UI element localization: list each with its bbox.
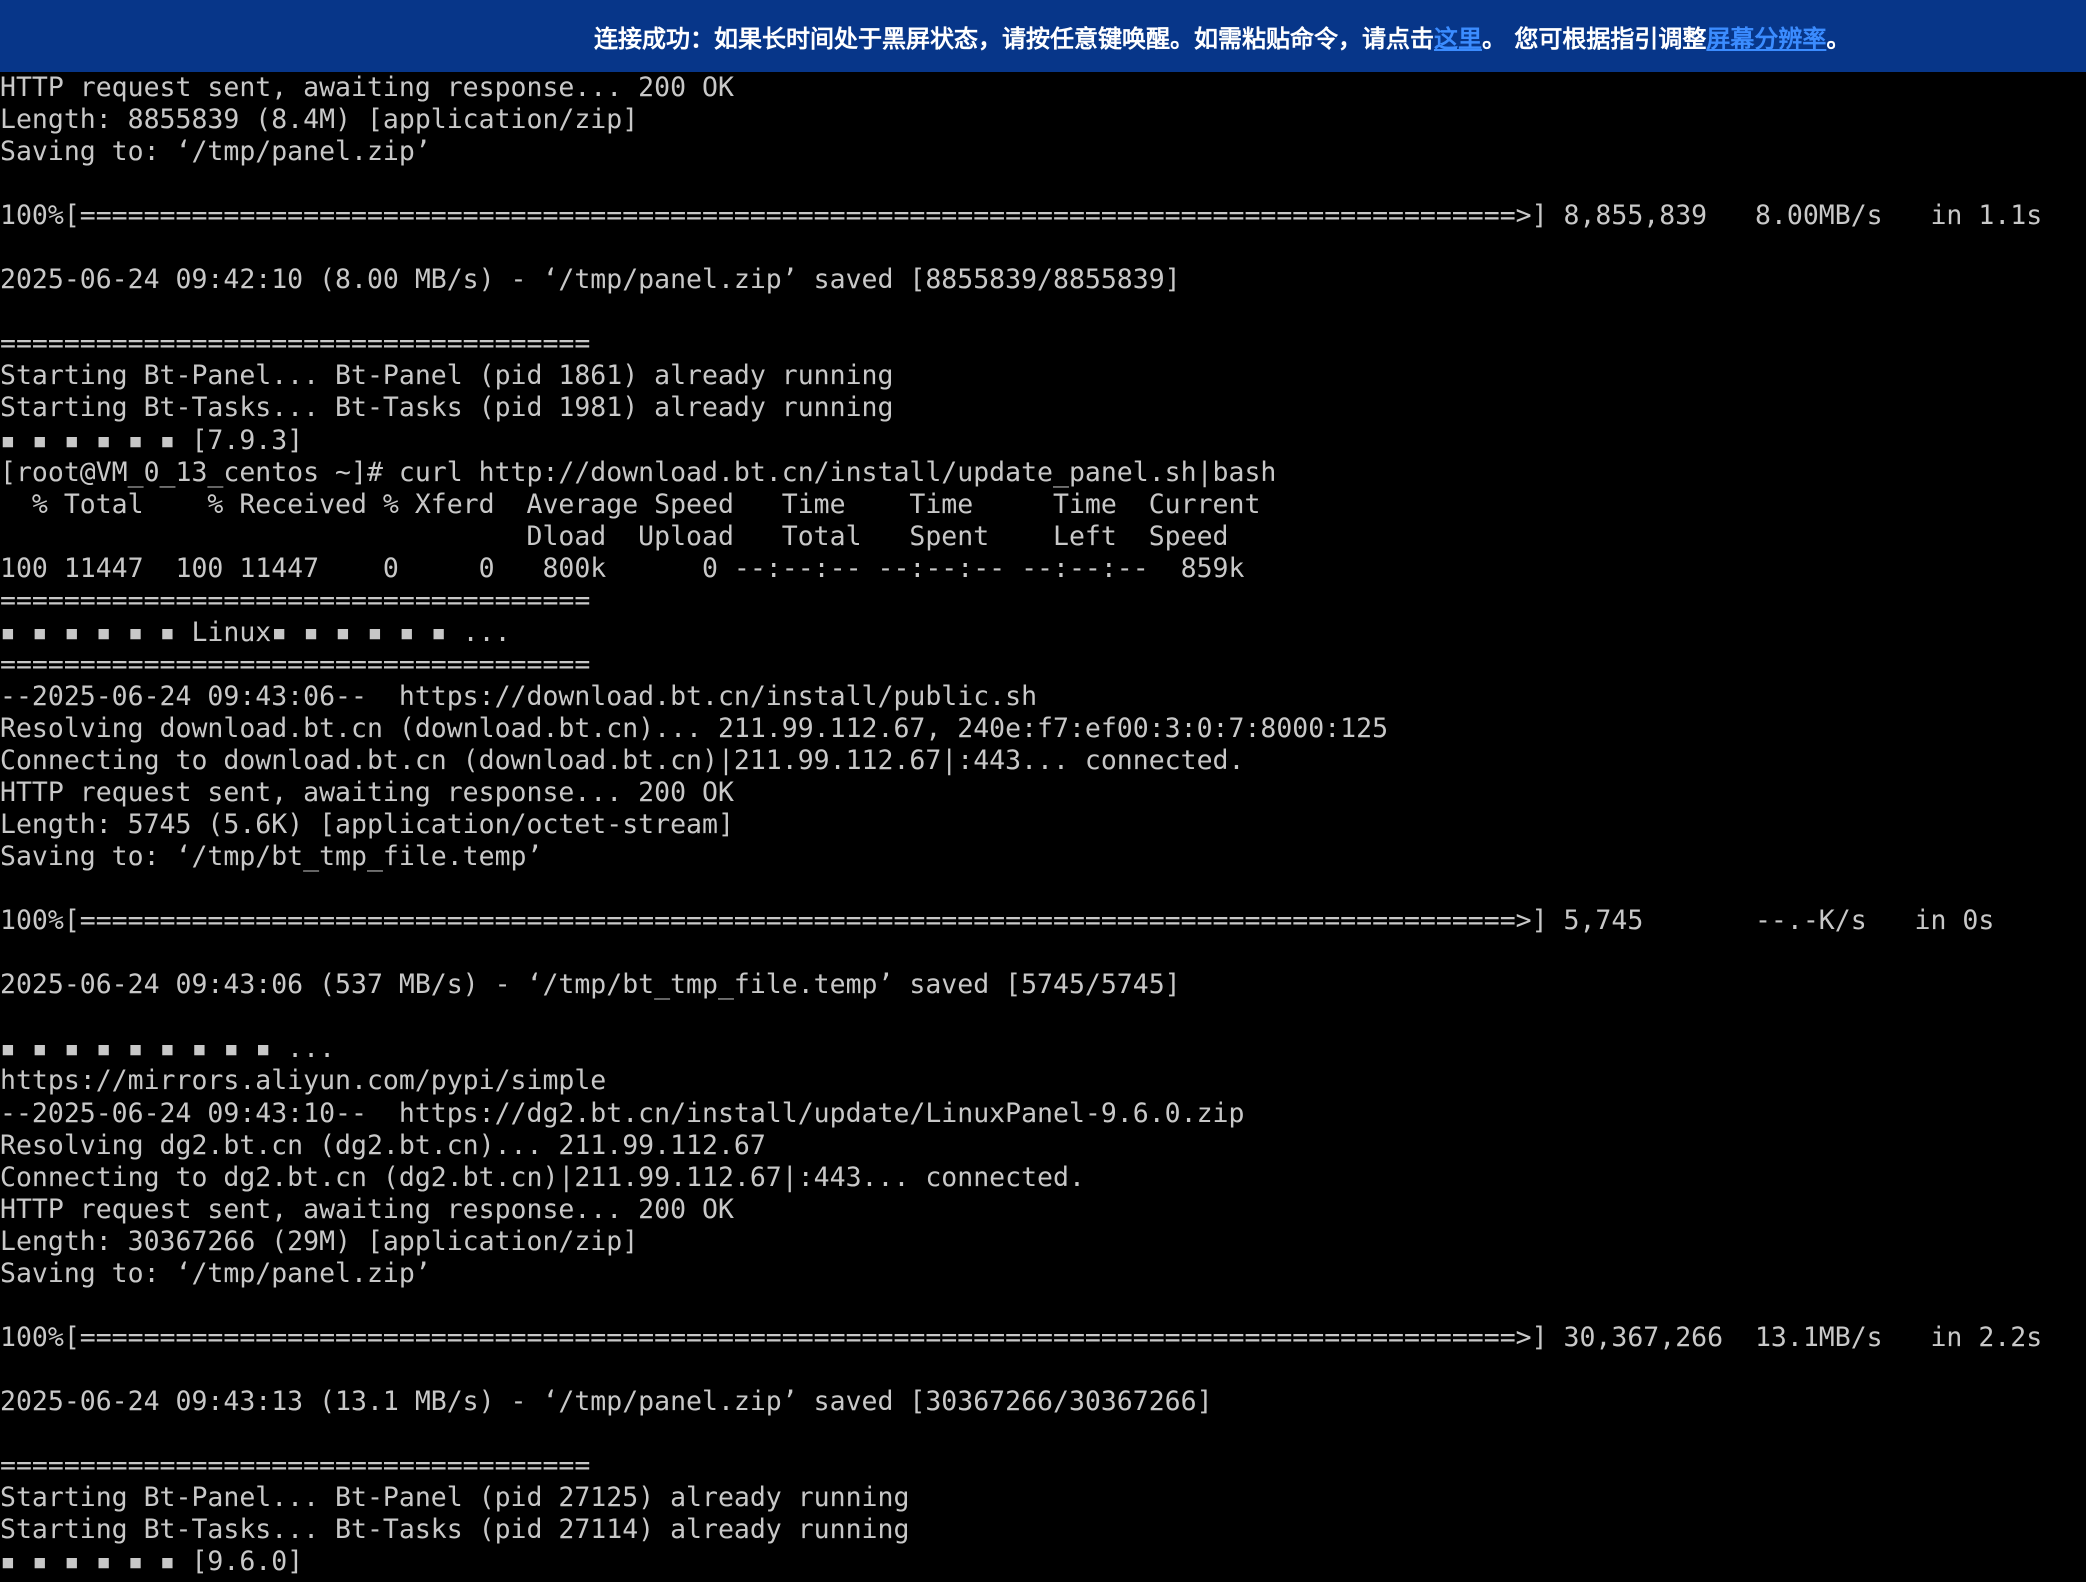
- terminal-line: Saving to: ‘/tmp/panel.zip’: [0, 1257, 431, 1289]
- terminal-line: Starting Bt-Tasks... Bt-Tasks (pid 27114…: [0, 1514, 910, 1546]
- paste-command-link[interactable]: 这里: [1434, 19, 1482, 54]
- terminal-line: HTTP request sent, awaiting response... …: [0, 1193, 734, 1225]
- terminal-line: 100%[===================================…: [0, 200, 2043, 232]
- terminal-line: --2025-06-24 09:43:10-- https://dg2.bt.c…: [0, 1097, 1245, 1129]
- terminal-line: 100%[===================================…: [0, 905, 1995, 937]
- terminal-line: Length: 5745 (5.6K) [application/octet-s…: [0, 809, 734, 841]
- terminal-line: Dload Upload Total Spent Left Speed: [0, 520, 1229, 552]
- connection-status-banner: 连接成功：如果长时间处于黑屏状态，请按任意键唤醒。如需粘贴命令，请点击 这里。 您…: [0, 0, 2086, 72]
- terminal-line: 100 11447 100 11447 0 0 800k 0 --:--:-- …: [0, 552, 1245, 584]
- terminal-line: --2025-06-24 09:43:06-- https://download…: [0, 680, 1038, 712]
- terminal-line: 100%[===================================…: [0, 1321, 2043, 1353]
- banner-message-suffix: 。: [1826, 24, 1851, 53]
- terminal-line: 2025-06-24 09:42:10 (8.00 MB/s) - ‘/tmp/…: [0, 264, 1181, 296]
- terminal-line: Length: 30367266 (29M) [application/zip]: [0, 1225, 639, 1257]
- terminal-line: Resolving dg2.bt.cn (dg2.bt.cn)... 211.9…: [0, 1129, 766, 1161]
- terminal-screen[interactable]: HTTP request sent, awaiting response... …: [0, 72, 2086, 1582]
- terminal-line: Saving to: ‘/tmp/bt_tmp_file.temp’: [0, 841, 543, 873]
- terminal-line: HTTP request sent, awaiting response... …: [0, 72, 734, 103]
- terminal-line: ▪ ▪ ▪ ▪ ▪ ▪ [7.9.3]: [0, 424, 304, 456]
- terminal-line: ▪ ▪ ▪ ▪ ▪ ▪ Linux▪ ▪ ▪ ▪ ▪ ▪ ...: [0, 616, 511, 648]
- terminal-line: Resolving download.bt.cn (download.bt.cn…: [0, 712, 1389, 744]
- terminal-line: Connecting to download.bt.cn (download.b…: [0, 744, 1245, 776]
- terminal-line: https://mirrors.aliyun.com/pypi/simple: [0, 1065, 607, 1097]
- terminal-line: HTTP request sent, awaiting response... …: [0, 777, 734, 809]
- terminal-line: ▪ ▪ ▪ ▪ ▪ ▪ ▪ ▪ ▪ ...: [0, 1033, 336, 1065]
- terminal-line: ▪ ▪ ▪ ▪ ▪ ▪ [9.6.0]: [0, 1546, 304, 1578]
- terminal-line: % Total % Received % Xferd Average Speed…: [0, 488, 1261, 520]
- terminal-line: =====================================: [0, 1450, 591, 1482]
- terminal-line: Starting Bt-Panel... Bt-Panel (pid 1861)…: [0, 360, 894, 392]
- terminal-line: 2025-06-24 09:43:13 (13.1 MB/s) - ‘/tmp/…: [0, 1385, 1213, 1417]
- terminal-line: =====================================: [0, 648, 591, 680]
- terminal-line: Connecting to dg2.bt.cn (dg2.bt.cn)|211.…: [0, 1161, 1085, 1193]
- terminal-line: =====================================: [0, 584, 591, 616]
- terminal-line: Length: 8855839 (8.4M) [application/zip]: [0, 104, 639, 136]
- terminal-line: [root@VM_0_13_centos ~]# curl http://dow…: [0, 456, 1277, 488]
- banner-message-middle: 。 您可根据指引调整: [1482, 24, 1707, 53]
- screen-resolution-link[interactable]: 屏幕分辨率: [1706, 19, 1826, 54]
- terminal-line: =====================================: [0, 328, 591, 360]
- banner-message-prefix: 连接成功：如果长时间处于黑屏状态，请按任意键唤醒。如需粘贴命令，请点击: [594, 24, 1434, 53]
- terminal-line: Starting Bt-Tasks... Bt-Tasks (pid 1981)…: [0, 392, 894, 424]
- terminal-line: Saving to: ‘/tmp/panel.zip’: [0, 136, 431, 168]
- terminal-line: 2025-06-24 09:43:06 (537 MB/s) - ‘/tmp/b…: [0, 969, 1181, 1001]
- terminal-line: Starting Bt-Panel... Bt-Panel (pid 27125…: [0, 1482, 910, 1514]
